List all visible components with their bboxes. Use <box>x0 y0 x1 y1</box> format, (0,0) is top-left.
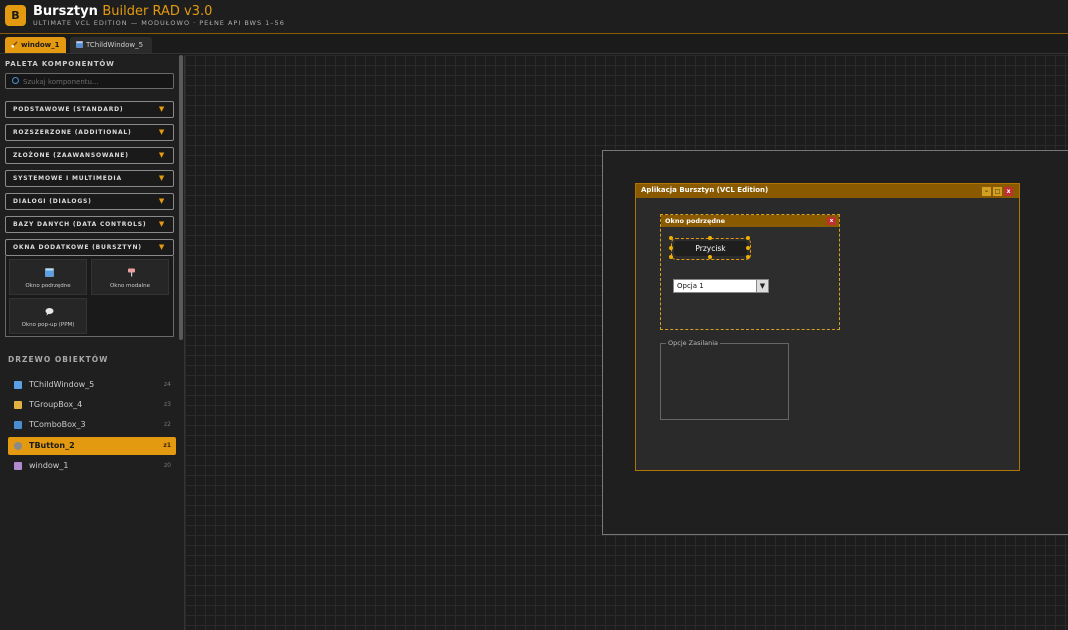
chevron-down-icon[interactable]: ▼ <box>756 280 768 292</box>
search-icon <box>12 77 19 84</box>
z-index-label: z3 <box>164 401 171 408</box>
component-label: Okno modalne <box>109 283 151 289</box>
category-label: DIALOGI (DIALOGS) <box>13 198 92 205</box>
z-index-label: z0 <box>164 462 171 469</box>
category-advanced[interactable]: ZŁOŻONE (ZAAWANSOWANE) ▼ <box>5 147 174 164</box>
category-body: Okno podrzędne Okno modalne Okno pop-up … <box>5 256 174 337</box>
app-title-accent: Builder RAD v3.0 <box>102 4 213 19</box>
chevron-down-icon: ▼ <box>158 220 165 228</box>
tree-title: DRZEWO OBIEKTÓW <box>8 355 109 364</box>
button-icon <box>14 442 22 450</box>
category-system[interactable]: SYSTEMOWE I MULTIMEDIA ▼ <box>5 170 174 187</box>
tree-item-tbutton-2[interactable]: TButton_2 z1 <box>8 437 176 455</box>
tab-bar: window_1 TChildWindow_5 <box>0 34 1068 54</box>
maximize-button[interactable]: □ <box>993 187 1002 196</box>
child-window-title: Okno podrzędne <box>665 217 726 225</box>
category-label: ZŁOŻONE (ZAAWANSOWANE) <box>13 152 129 159</box>
combobox-icon <box>14 421 22 429</box>
child-close-button[interactable]: x <box>827 217 836 225</box>
category-label: SYSTEMOWE I MULTIMEDIA <box>13 175 122 182</box>
chevron-down-icon: ▼ <box>158 128 165 136</box>
chevron-down-icon: ▼ <box>158 197 165 205</box>
category-label: BAZY DANYCH (DATA CONTROLS) <box>13 221 147 228</box>
category-label: PODSTAWOWE (STANDARD) <box>13 106 124 113</box>
speech-bubble-icon <box>45 308 54 316</box>
component-label: Okno podrzędne <box>25 283 71 289</box>
tree-item-tcombobox-3[interactable]: TComboBox_3 z2 <box>8 416 176 434</box>
category-label: OKNA DODATKOWE (BURSZTYN) <box>13 244 142 251</box>
category-data-controls[interactable]: BAZY DANYCH (DATA CONTROLS) ▼ <box>5 216 174 233</box>
search-input[interactable] <box>23 76 171 87</box>
button-tbutton-2-selection[interactable]: Przycisk <box>669 236 751 260</box>
child-window-titlebar[interactable]: Okno podrzędne x <box>661 215 839 227</box>
child-window-tchildwindow-5[interactable]: Okno podrzędne x <box>660 214 840 330</box>
z-index-label: z2 <box>164 421 171 428</box>
minimize-button[interactable]: – <box>982 187 991 196</box>
category-additional[interactable]: ROZSZERZONE (ADDITIONAL) ▼ <box>5 124 174 141</box>
tree-item-label: TComboBox_3 <box>29 420 86 429</box>
resize-handle[interactable] <box>746 246 750 250</box>
resize-handle[interactable] <box>669 236 673 240</box>
tree-item-label: window_1 <box>29 461 69 470</box>
app-title-main: Bursztyn <box>33 4 98 19</box>
resize-handle[interactable] <box>708 236 712 240</box>
category-extra-windows[interactable]: OKNA DODATKOWE (BURSZTYN) ▼ <box>5 239 174 256</box>
sidebar: PALETA KOMPONENTÓW PODSTAWOWE (STANDARD)… <box>0 55 185 630</box>
combobox-tcombobox-3[interactable]: Opcja 1 ▼ <box>673 279 769 293</box>
pin-icon <box>128 268 135 277</box>
app-header: B Bursztyn Builder RAD v3.0 ULTIMATE VCL… <box>0 0 1068 34</box>
close-button[interactable]: x <box>1004 187 1013 196</box>
main-window-title: Aplikacja Bursztyn (VCL Edition) <box>641 186 769 194</box>
component-search[interactable] <box>5 73 174 89</box>
window-icon <box>76 41 83 48</box>
category-dialogs[interactable]: DIALOGI (DIALOGS) ▼ <box>5 193 174 210</box>
groupbox-tgroupbox-4[interactable]: Opcje Zasilania <box>660 339 789 420</box>
tree-item-tchildwindow-5[interactable]: TChildWindow_5 z4 <box>8 376 176 394</box>
tab-window-1[interactable]: window_1 <box>5 37 66 53</box>
chevron-down-icon: ▼ <box>158 151 165 159</box>
component-modal-window[interactable]: Okno modalne <box>91 259 169 295</box>
groupbox-caption: Opcje Zasilania <box>666 339 721 347</box>
design-canvas[interactable]: Aplikacja Bursztyn (VCL Edition) – □ x O… <box>185 55 1068 630</box>
resize-handle[interactable] <box>669 255 673 259</box>
window-icon <box>14 462 22 470</box>
z-index-label: z1 <box>163 442 171 449</box>
main-window-titlebar[interactable]: Aplikacja Bursztyn (VCL Edition) – □ x <box>636 184 1019 198</box>
tree-item-label: TGroupBox_4 <box>29 400 83 409</box>
resize-handle[interactable] <box>746 255 750 259</box>
resize-handle[interactable] <box>746 236 750 240</box>
tab-tchildwindow-5[interactable]: TChildWindow_5 <box>70 37 152 53</box>
component-label: Okno pop-up (PPM) <box>21 322 75 328</box>
sidebar-scrollbar[interactable] <box>179 55 183 340</box>
resize-handle[interactable] <box>708 255 712 259</box>
app-logo: B <box>5 5 26 26</box>
child-window-icon <box>14 381 22 389</box>
resize-handle[interactable] <box>669 246 673 250</box>
child-window-icon <box>45 268 54 277</box>
tree-item-tgroupbox-4[interactable]: TGroupBox_4 z3 <box>8 396 176 414</box>
category-label: ROZSZERZONE (ADDITIONAL) <box>13 129 132 136</box>
z-index-label: z4 <box>164 381 171 388</box>
brush-icon <box>11 41 18 48</box>
palette-title: PALETA KOMPONENTÓW <box>5 60 115 68</box>
category-standard[interactable]: PODSTAWOWE (STANDARD) ▼ <box>5 101 174 118</box>
tree-item-label: TChildWindow_5 <box>29 380 95 389</box>
combobox-value: Opcja 1 <box>677 282 704 290</box>
button-tbutton-2[interactable]: Przycisk <box>674 241 747 256</box>
app-root: B Bursztyn Builder RAD v3.0 ULTIMATE VCL… <box>0 0 1068 630</box>
tree-item-label: TButton_2 <box>29 441 75 450</box>
tab-label: TChildWindow_5 <box>86 41 144 49</box>
component-child-window[interactable]: Okno podrzędne <box>9 259 87 295</box>
tab-label: window_1 <box>21 41 60 49</box>
groupbox-icon <box>14 401 22 409</box>
app-title: Bursztyn Builder RAD v3.0 <box>33 4 212 19</box>
tree-item-window-1[interactable]: window_1 z0 <box>8 457 176 475</box>
component-popup-window[interactable]: Okno pop-up (PPM) <box>9 298 87 334</box>
chevron-down-icon: ▼ <box>158 174 165 182</box>
chevron-down-icon: ▼ <box>158 243 165 251</box>
app-subtitle: ULTIMATE VCL EDITION — MODUŁOWO · PEŁNE … <box>33 19 285 27</box>
chevron-down-icon: ▼ <box>158 105 165 113</box>
